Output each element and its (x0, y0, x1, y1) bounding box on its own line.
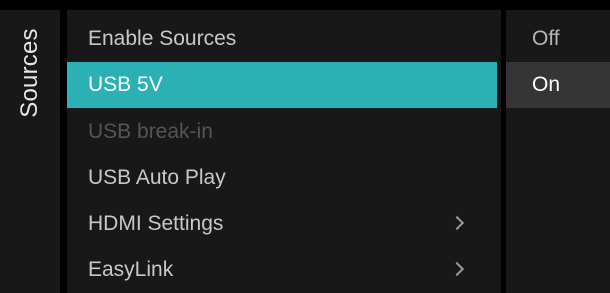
menu-item-usb-5v[interactable]: USB 5V (67, 62, 497, 108)
option-on[interactable]: On (506, 62, 610, 108)
menu-item-label: USB 5V (88, 73, 163, 96)
menu-item-label: USB break-in (88, 120, 213, 143)
menu-item-label: Enable Sources (88, 27, 237, 50)
menu-item-label: EasyLink (88, 258, 174, 281)
menu-item-label: HDMI Settings (88, 212, 224, 235)
menu-item-easylink[interactable]: EasyLink (67, 247, 497, 293)
menu-item-usb-auto-play[interactable]: USB Auto Play (67, 155, 497, 201)
menu-item-enable-sources[interactable]: Enable Sources (67, 16, 497, 62)
menu-item-usb-break-in: USB break-in (67, 109, 497, 155)
chevron-right-icon (449, 261, 465, 277)
title-strip: Sources (0, 10, 60, 293)
option-off[interactable]: Off (506, 16, 610, 62)
option-label: On (532, 73, 561, 96)
panel-title: Sources (16, 28, 43, 118)
menu-item-hdmi-settings[interactable]: HDMI Settings (67, 201, 497, 247)
options-panel: Off On (506, 10, 610, 293)
menu-item-label: USB Auto Play (88, 166, 226, 189)
sources-menu: Enable Sources USB 5V USB break-in USB A… (67, 10, 501, 293)
chevron-right-icon (449, 215, 465, 231)
tv-settings-screen: Sources Enable Sources USB 5V USB break-… (0, 0, 610, 293)
option-label: Off (532, 27, 560, 50)
